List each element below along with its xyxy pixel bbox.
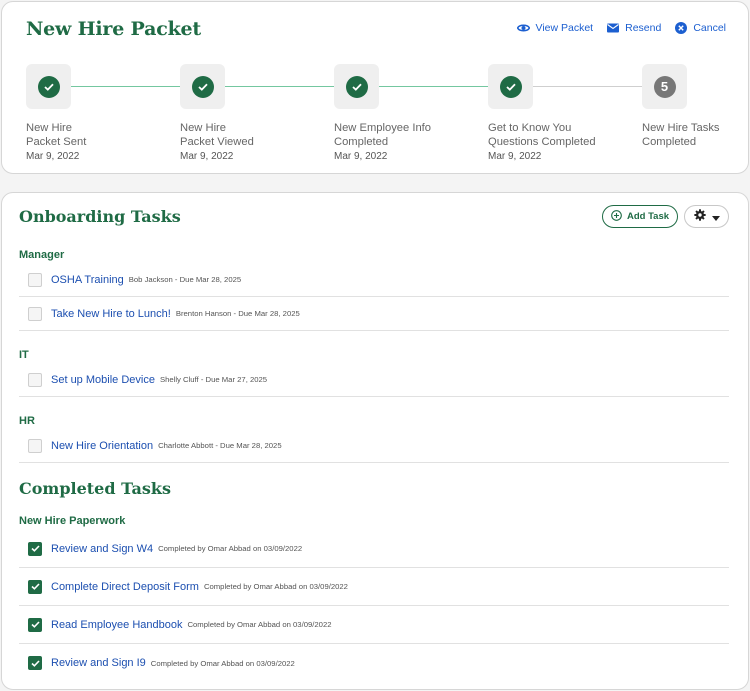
checkmark-icon (30, 545, 40, 552)
group-label-it: IT (19, 349, 29, 361)
step-employee-info: New Employee Info Completed Mar 9, 2022 (334, 64, 484, 162)
task-link[interactable]: Review and Sign I9 (51, 657, 146, 669)
task-meta: Bob Jackson - Due Mar 28, 2025 (128, 275, 242, 284)
step-status-box (26, 64, 71, 109)
step-new-hire-tasks: 5 New Hire Tasks Completed (642, 64, 742, 149)
task-link[interactable]: Read Employee Handbook (51, 619, 182, 631)
completed-task-row: Read Employee Handbook Completed by Omar… (19, 606, 729, 644)
cancel-link[interactable]: Cancel (675, 22, 726, 34)
step-label-line: Packet Viewed (180, 136, 254, 148)
task-link[interactable]: New Hire Orientation (51, 440, 153, 452)
close-circle-icon (675, 22, 688, 34)
step-label-line: New Hire (26, 122, 73, 134)
envelope-icon (607, 23, 620, 33)
step-packet-sent: New Hire Packet Sent Mar 9, 2022 (26, 64, 176, 162)
checkmark-icon (30, 621, 40, 628)
task-link[interactable]: OSHA Training (51, 274, 124, 286)
step-date: Mar 9, 2022 (180, 151, 234, 162)
resend-link[interactable]: Resend (607, 22, 661, 34)
step-status-box (488, 64, 533, 109)
task-row: Set up Mobile Device Shelly Cluff - Due … (19, 363, 729, 397)
task-meta: Brenton Hanson - Due Mar 28, 2025 (175, 309, 300, 318)
task-meta: Shelly Cluff - Due Mar 27, 2025 (159, 375, 268, 384)
caret-down-icon (711, 208, 720, 226)
packet-actions: View Packet Resend Cancel (516, 22, 726, 34)
step-label: New Hire Packet Viewed (180, 121, 330, 149)
task-meta: Completed by Omar Abbad on 03/09/2022 (158, 544, 303, 553)
check-circle-icon (191, 75, 214, 98)
task-checkbox[interactable] (28, 372, 42, 387)
task-meta: Charlotte Abbott - Due Mar 28, 2025 (158, 441, 282, 450)
task-row: OSHA Training Bob Jackson - Due Mar 28, … (19, 263, 729, 297)
check-circle-icon (37, 75, 60, 98)
add-task-button[interactable]: Add Task (602, 205, 678, 228)
step-label-line: New Hire Tasks (642, 122, 720, 134)
task-row: New Hire Orientation Charlotte Abbott - … (19, 429, 729, 463)
task-link[interactable]: Complete Direct Deposit Form (51, 581, 199, 593)
step-label-line: Get to Know You (488, 122, 572, 134)
add-task-label: Add Task (626, 211, 670, 222)
group-label-manager: Manager (19, 249, 65, 261)
check-circle-icon (345, 75, 368, 98)
view-packet-link[interactable]: View Packet (516, 22, 594, 34)
new-hire-packet-card: New Hire Packet View Packet Resend Cance… (1, 1, 749, 174)
task-checkbox[interactable] (28, 438, 42, 453)
step-date: Mar 9, 2022 (334, 151, 388, 162)
view-packet-label: View Packet (535, 22, 594, 34)
completed-tasks-title: Completed Tasks (19, 479, 171, 498)
completed-task-row: Complete Direct Deposit Form Completed b… (19, 568, 729, 606)
tasks-card: Onboarding Tasks Add Task Manager OSHA T… (1, 192, 749, 690)
task-meta: Completed by Omar Abbad on 03/09/2022 (203, 582, 348, 591)
step-label: New Hire Tasks Completed (642, 121, 742, 149)
task-checkbox[interactable] (28, 272, 42, 287)
step-label-line: Packet Sent (26, 136, 87, 148)
cancel-label: Cancel (693, 22, 726, 34)
step-label-line: Questions Completed (488, 136, 596, 148)
gear-icon (693, 208, 706, 226)
step-label-line: Completed (642, 136, 697, 148)
task-meta: Completed by Omar Abbad on 03/09/2022 (150, 658, 295, 668)
task-checkbox[interactable] (28, 306, 42, 321)
step-label-line: Completed (334, 136, 389, 148)
checkmark-icon (30, 583, 40, 590)
eye-icon (516, 23, 530, 33)
completed-task-row: Review and Sign I9 Completed by Omar Abb… (19, 644, 729, 682)
onboarding-tasks-title: Onboarding Tasks (19, 207, 181, 226)
task-link[interactable]: Review and Sign W4 (51, 543, 153, 555)
step-label: Get to Know You Questions Completed (488, 121, 638, 149)
step-label: New Employee Info Completed (334, 121, 484, 149)
packet-title: New Hire Packet (26, 18, 201, 40)
step-date: Mar 9, 2022 (26, 151, 80, 162)
settings-menu-button[interactable] (684, 205, 729, 228)
step-get-to-know-you: Get to Know You Questions Completed Mar … (488, 64, 638, 162)
group-label-new-hire-paperwork: New Hire Paperwork (19, 515, 126, 527)
group-label-hr: HR (19, 415, 35, 427)
task-checkbox-checked[interactable] (28, 541, 42, 556)
step-label-line: New Hire (180, 122, 227, 134)
step-status-box (180, 64, 225, 109)
task-meta: Completed by Omar Abbad on 03/09/2022 (187, 620, 332, 629)
task-link[interactable]: Set up Mobile Device (51, 374, 155, 386)
check-circle-icon (499, 75, 522, 98)
task-checkbox-checked[interactable] (28, 579, 42, 594)
resend-label: Resend (625, 22, 662, 34)
task-link[interactable]: Take New Hire to Lunch! (51, 308, 171, 320)
step-status-box (334, 64, 379, 109)
progress-steps: New Hire Packet Sent Mar 9, 2022 New Hir… (2, 64, 750, 164)
step-number-badge: 5 (653, 75, 676, 98)
plus-circle-icon (611, 209, 622, 224)
step-packet-viewed: New Hire Packet Viewed Mar 9, 2022 (180, 64, 330, 162)
task-checkbox-checked[interactable] (28, 656, 42, 670)
step-date: Mar 9, 2022 (488, 151, 542, 162)
step-label-line: New Employee Info (334, 122, 432, 134)
checkmark-icon (30, 659, 40, 667)
step-status-box: 5 (642, 64, 687, 109)
completed-task-row: Review and Sign W4 Completed by Omar Abb… (19, 530, 729, 568)
task-checkbox-checked[interactable] (28, 617, 42, 632)
task-row: Take New Hire to Lunch! Brenton Hanson -… (19, 297, 729, 331)
step-label: New Hire Packet Sent (26, 121, 176, 149)
